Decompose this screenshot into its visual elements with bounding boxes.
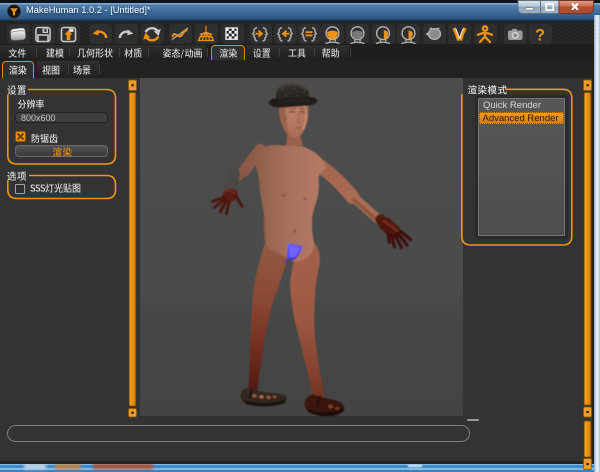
svg-text:?: ? bbox=[535, 27, 545, 45]
